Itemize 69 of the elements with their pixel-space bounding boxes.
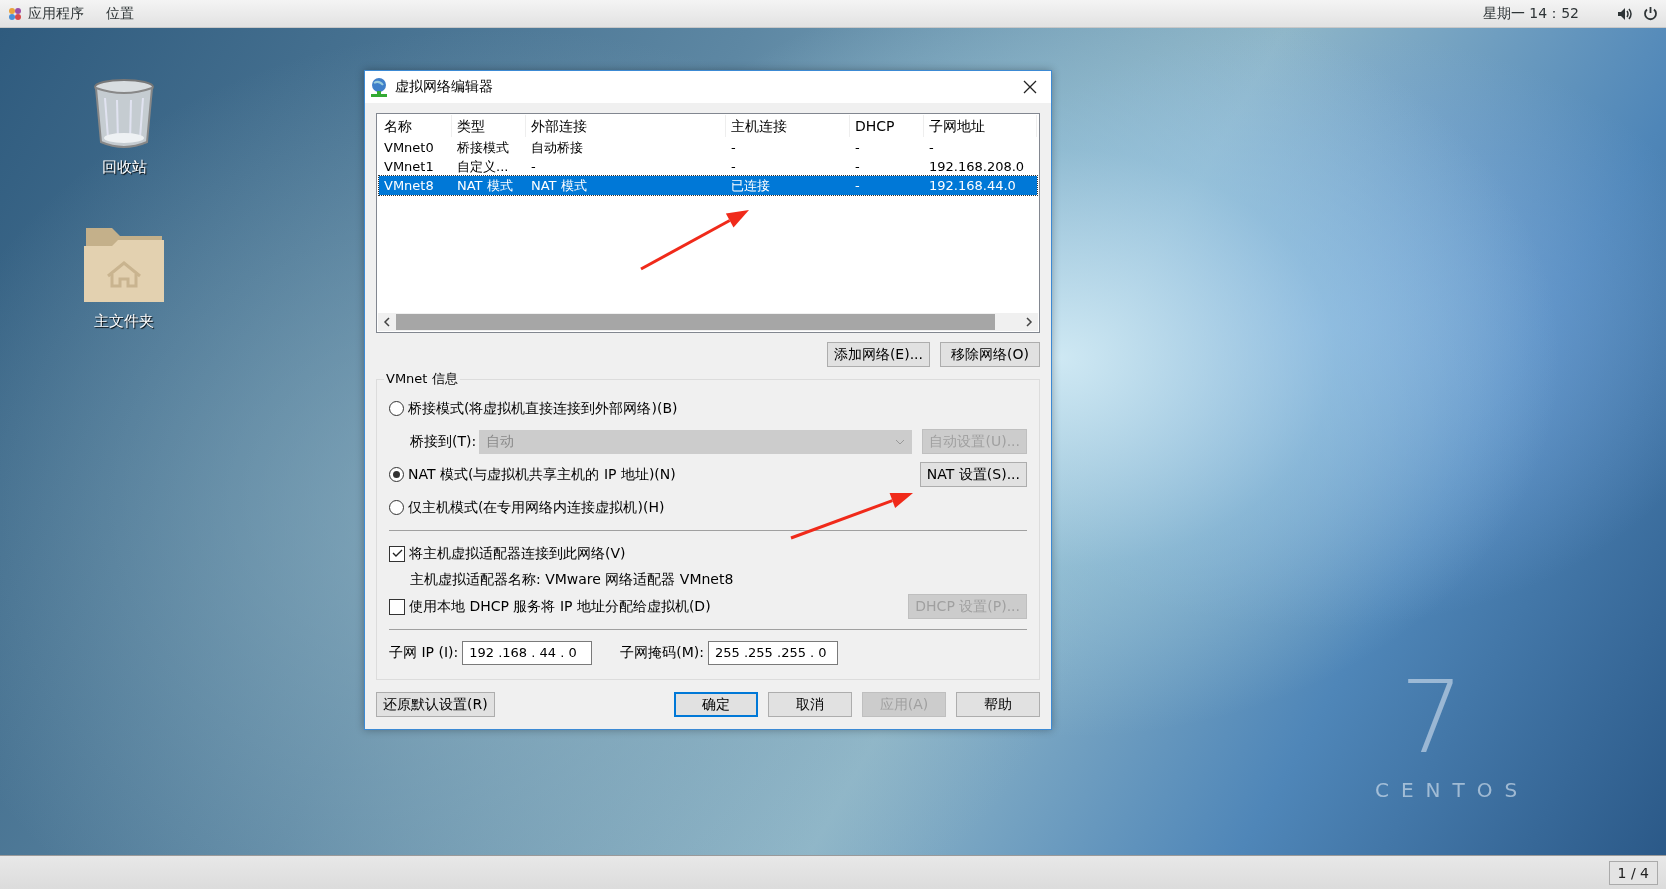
table-cell-text: 192.168.44.0 [928,178,1017,193]
icon-label[interactable]: 回收站 [101,158,147,177]
menu-item[interactable]: 应用程序 [28,4,84,23]
table-row[interactable]: VMnet1 自定义... - - - 192.168.208.0 [379,157,1037,176]
wallpaper-logo-number: 7 [1400,668,1464,768]
table-cell-text: 桥接模式 [456,138,510,157]
group-title: VMnet 信息 [384,370,460,388]
option-label[interactable]: 桥接模式(将虚拟机直接连接到外部网络)(B) [408,399,678,418]
table-cell-text: VMnet1 [383,159,435,174]
checkbox[interactable] [389,545,405,562]
checkbox-label[interactable]: 使用本地 DHCP 服务将 IP 地址分配给虚拟机(D) [409,597,711,616]
window-title: 虚拟网络编辑器 [395,78,494,96]
volume-icon[interactable] [1617,6,1633,21]
globe-icon [369,77,389,97]
button[interactable]: 帮助 [956,692,1040,717]
wallpaper-logo-text: CENTOS [1375,778,1530,802]
button[interactable]: 还原默认设置(R) [376,692,495,717]
table-cell-text: VMnet8 [383,178,435,193]
button[interactable]: 添加网络(E)... [826,342,930,367]
checkbox-label[interactable]: 将主机虚拟适配器连接到此网络(V) [409,544,626,563]
radio-button[interactable] [389,500,404,515]
table-cell-text: - [730,140,737,155]
table-cell-text: 192.168.208.0 [928,159,1026,174]
trash-icon[interactable] [93,78,155,150]
adapter-name: 主机虚拟适配器名称: VMware 网络适配器 VMnet8 [410,571,734,589]
table-row[interactable]: VMnet0 桥接模式 自动桥接 - - - [379,138,1037,157]
table-cell-text: - [928,140,935,155]
table-cell-text: - [530,159,537,174]
input-field[interactable]: 192 .168 . 44 . 0 [462,640,593,665]
field-label: 子网 IP (I): [389,643,459,662]
column-header[interactable]: DHCP [850,115,924,137]
horizontal-scrollbar[interactable] [378,313,1038,331]
table-cell-text: - [730,159,737,174]
button[interactable]: 确定 [674,692,758,717]
close-icon [1023,80,1037,94]
table-cell-text: 已连接 [730,176,771,195]
apps-icon [8,6,22,21]
column-header[interactable]: 名称 [379,115,452,137]
column-header[interactable]: 类型 [452,115,526,137]
field-label: 桥接到(T): [410,432,477,451]
button[interactable]: 移除网络(O) [940,342,1040,367]
radio-button[interactable] [389,467,404,482]
clock[interactable]: 星期一 14：52 [1482,4,1579,23]
column-header[interactable]: 外部连接 [526,115,726,137]
table-row[interactable]: VMnet8 NAT 模式 NAT 模式 已连接 - 192.168.44.0 [379,176,1037,195]
input-field[interactable]: 255 .255 .255 . 0 [708,640,838,665]
table-cell-text: VMnet0 [383,140,435,155]
table-cell-text: - [854,140,861,155]
table-cell-text: - [854,159,861,174]
field-label: 子网掩码(M): [620,643,704,662]
radio-button[interactable] [389,401,404,416]
power-icon[interactable] [1643,6,1658,21]
checkbox[interactable] [389,598,405,615]
table-cell-text: NAT 模式 [456,176,514,195]
chevron-down-icon [895,438,906,445]
table-cell-text: 自定义... [456,157,510,176]
checkmark-icon [391,549,403,558]
button[interactable]: NAT 设置(S)... [919,462,1027,487]
workspace-indicator[interactable]: 1 / 4 [1608,860,1658,885]
table-cell-text: 自动桥接 [530,138,584,157]
option-label[interactable]: 仅主机模式(在专用网络内连接虚拟机)(H) [408,498,665,517]
table-cell-text: - [854,178,861,193]
button[interactable]: 取消 [768,692,852,717]
table-cell-text: NAT 模式 [530,176,588,195]
column-header[interactable]: 主机连接 [726,115,850,137]
menu-item[interactable]: 位置 [106,4,134,23]
option-label[interactable]: NAT 模式(与虚拟机共享主机的 IP 地址)(N) [408,465,676,484]
column-header[interactable]: 子网地址 [924,115,1037,137]
icon-label[interactable]: 主文件夹 [94,312,154,331]
